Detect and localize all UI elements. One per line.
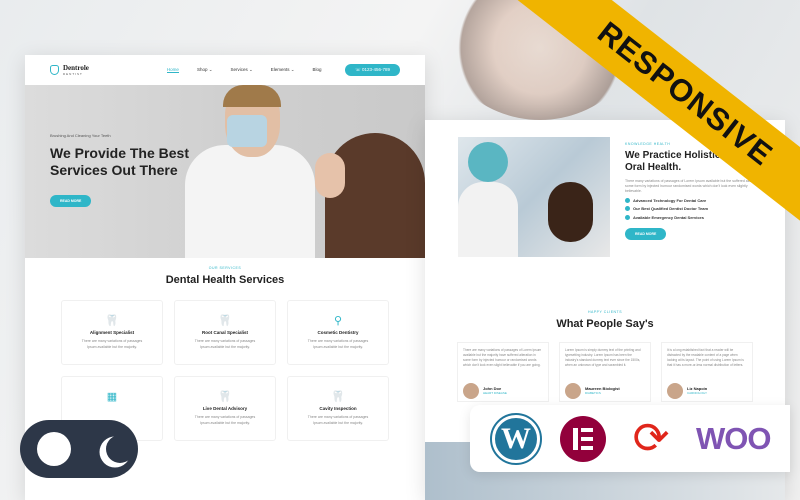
- avatar: [565, 383, 581, 399]
- tooth-icon: 🦷: [218, 315, 232, 327]
- tooth-advisory-icon: 🦷: [218, 391, 232, 403]
- site-header: Dentrole DENTIST Home Shop ⌄ Services ⌄ E…: [25, 55, 425, 85]
- dark-mode-toggle[interactable]: [20, 420, 138, 478]
- service-card[interactable]: 🦷 Live Dental Advisory There are many vari…: [174, 376, 276, 441]
- nav-blog[interactable]: Blog: [313, 67, 322, 73]
- plugin-badges: W ⟳ WOO: [470, 405, 790, 472]
- list-item: Advanced Technology For Dental Care: [625, 197, 785, 203]
- main-nav: Home Shop ⌄ Services ⌄ Elements ⌄ Blog: [166, 67, 322, 73]
- nav-home[interactable]: Home: [166, 67, 179, 73]
- sync-icon: ⟳: [632, 413, 670, 463]
- dental-kit-icon: ▦: [106, 391, 118, 403]
- read-more-button[interactable]: READ MORE: [625, 227, 667, 240]
- logo[interactable]: Dentrole DENTIST: [50, 64, 89, 76]
- testimonials-title: What People Say's: [556, 318, 654, 330]
- testimonials-section: HAPPY CLIENTS What People Say's There ar…: [425, 310, 785, 402]
- woocommerce-icon: WOO: [696, 420, 771, 456]
- service-card[interactable]: 🦷 Cavity Inspection There are many variati…: [287, 376, 389, 441]
- dentist-patient-photo: [458, 137, 610, 257]
- check-icon: [625, 197, 630, 203]
- service-card[interactable]: ⚲ Cosmetic Dentistry There are many variat…: [287, 300, 389, 365]
- testimonial-card: There are many variations of passages of…: [457, 342, 549, 402]
- moon-icon: [106, 435, 134, 463]
- nav-services[interactable]: Services ⌄: [230, 67, 252, 73]
- testimonial-card: It is a long established fact that a rea…: [661, 342, 753, 402]
- phone-button[interactable]: ☏ 0123-456-789: [345, 64, 400, 76]
- service-card[interactable]: 🦷 Alignment Specialist There are many vari…: [61, 300, 163, 365]
- tooth-check-icon: 🦷: [105, 315, 119, 327]
- list-item: Our Best Qualified Dentist Doctor Team: [625, 206, 785, 211]
- service-card[interactable]: 🦷 Root Canal Specialist There are many var…: [174, 300, 276, 365]
- testimonial-card: Lorem Ipsum is simply dummy text of the …: [559, 342, 651, 402]
- avatar: [463, 383, 479, 399]
- nav-elements[interactable]: Elements ⌄: [271, 67, 295, 73]
- services-title: Dental Health Services: [165, 274, 285, 286]
- hero-title: We Provide The Best Services Out There: [50, 145, 190, 178]
- dental-tools-icon: ⚲: [333, 315, 343, 327]
- tooth-cavity-icon: 🦷: [331, 391, 345, 403]
- tooth-logo-icon: [50, 65, 59, 75]
- nav-shop[interactable]: Shop ⌄: [197, 67, 213, 73]
- list-item: Available Emergency Dental Services: [625, 214, 785, 220]
- check-icon: [625, 206, 630, 211]
- patient-photo: [315, 133, 425, 258]
- wordpress-icon: W: [490, 412, 542, 465]
- avatar: [667, 383, 683, 399]
- read-more-button[interactable]: READ MORE: [50, 195, 92, 207]
- elementor-icon: [560, 415, 606, 462]
- toggle-knob: [37, 432, 71, 466]
- check-icon: [625, 214, 630, 220]
- services-section: OUR SERVICES Dental Health Services 🦷 Ali…: [25, 258, 425, 441]
- hero: Brushing And Cleaning Your Teeth We Prov…: [25, 85, 425, 258]
- hero-kicker: Brushing And Cleaning Your Teeth: [50, 133, 111, 138]
